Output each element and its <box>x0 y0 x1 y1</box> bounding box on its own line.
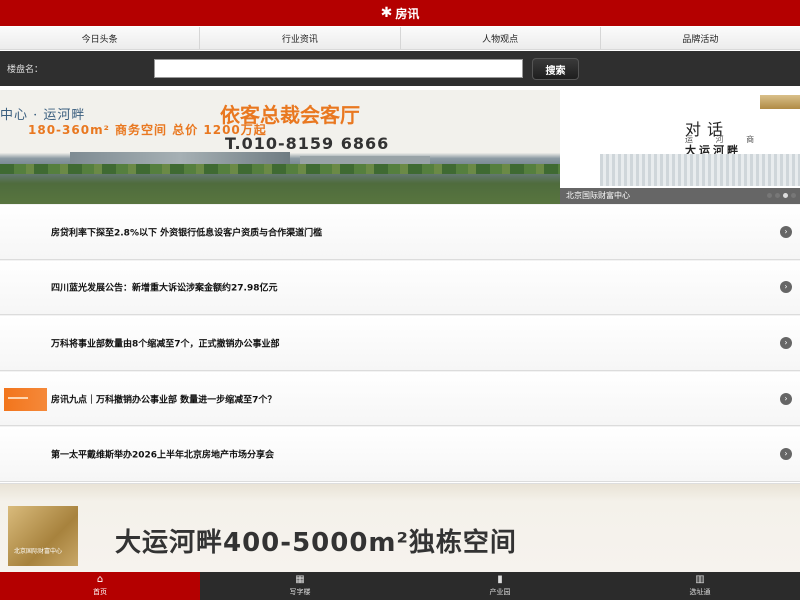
banner-slide-dialogue[interactable]: 对话 运 河 商 大运河畔 <box>560 90 800 204</box>
news-title: 四川蓝光发展公告：新增重大诉讼涉案金额约27.98亿元 <box>51 283 278 294</box>
search-label: 楼盘名： <box>7 65 44 75</box>
tab-label: 产业园 <box>489 588 511 596</box>
building-roof-image <box>760 95 800 109</box>
skyline-image <box>600 154 800 186</box>
tab-label: 首页 <box>93 588 107 596</box>
search-bar: 楼盘名： 搜索 <box>0 51 800 86</box>
tab-people-opinions[interactable]: 人物观点 <box>400 27 601 49</box>
carousel-dot[interactable] <box>767 193 772 198</box>
tab-industrial-park[interactable]: ▮ 产业园 <box>400 572 600 600</box>
chevron-right-icon: › <box>780 336 792 349</box>
tab-office[interactable]: ▦ 写字楼 <box>200 572 400 600</box>
list-item[interactable]: 万科将事业部数量由8个缩减至7个，正式撤销办公事业部 › <box>0 315 800 371</box>
list-item[interactable]: 四川蓝光发展公告：新增重大诉讼涉案金额约27.98亿元 › <box>0 259 800 316</box>
news-title: 房贷利率下探至2.8%以下 外资银行低息设客户资质与合作渠道门槛 <box>51 228 323 239</box>
site-selection-icon: ▥ <box>695 574 705 585</box>
tab-label: 选址通 <box>689 588 711 596</box>
banner-caption-bar: 北京国际财富中心 <box>560 188 800 204</box>
carousel-dots <box>767 193 796 198</box>
search-input[interactable] <box>154 59 523 78</box>
tab-brand-events[interactable]: 品牌活动 <box>600 27 800 49</box>
news-title: 房讯九点｜万科撤销办公事业部 数量进一步缩减至7个？ <box>51 395 277 406</box>
chevron-right-icon: › <box>780 448 792 461</box>
tab-industry-news[interactable]: 行业资讯 <box>200 27 401 49</box>
bottom-tab-bar: ⌂ 首页 ▦ 写字楼 ▮ 产业园 ▥ 选址通 <box>0 572 800 600</box>
banner-carousel[interactable]: 中心 · 运河畔 依客总裁会客厅 180-360m² 商务空间 总价 1200万… <box>0 90 800 204</box>
carousel-dot-active[interactable] <box>783 193 788 198</box>
tab-site-selection[interactable]: ▥ 选址通 <box>600 572 800 600</box>
logo-text: 房讯 <box>395 6 420 21</box>
category-nav: 今日头条 行业资讯 人物观点 品牌活动 <box>0 27 800 50</box>
list-item[interactable]: 第一太平戴维斯举办2026上半年北京房地产市场分享会 › <box>0 426 800 482</box>
logo-icon: ✱ <box>380 5 393 21</box>
chevron-right-icon: › <box>780 281 792 294</box>
ad-title: 大运河畔400-5000m²独栋空间 <box>115 528 517 558</box>
banner-phone: T.010-8159 6866 <box>225 134 390 153</box>
ad-banner[interactable]: 北京国际财富中心 大运河畔400-5000m²独栋空间 <box>0 483 800 572</box>
industrial-park-icon: ▮ <box>497 574 503 585</box>
search-button[interactable]: 搜索 <box>532 58 579 80</box>
trees-image <box>0 164 560 174</box>
building-logo-image <box>8 506 78 566</box>
chevron-right-icon: › <box>780 392 792 405</box>
banner-slide-wealth-center[interactable]: 中心 · 运河畔 依客总裁会客厅 180-360m² 商务空间 总价 1200万… <box>0 90 560 204</box>
news-thumbnail <box>4 387 47 411</box>
carousel-dot[interactable] <box>791 193 796 198</box>
site-logo[interactable]: ✱ 房讯 <box>381 5 420 22</box>
news-title: 第一太平戴维斯举办2026上半年北京房地产市场分享会 <box>51 450 275 461</box>
list-item[interactable]: 房讯九点｜万科撤销办公事业部 数量进一步缩减至7个？ › <box>0 370 800 427</box>
carousel-dot[interactable] <box>775 193 780 198</box>
tab-home[interactable]: ⌂ 首页 <box>0 572 200 600</box>
news-list: 房贷利率下探至2.8%以下 外资银行低息设客户资质与合作渠道门槛 › 四川蓝光发… <box>0 204 800 482</box>
list-item[interactable]: 房贷利率下探至2.8%以下 外资银行低息设客户资质与合作渠道门槛 › <box>0 204 800 260</box>
banner-caption: 北京国际财富中心 <box>566 191 630 200</box>
home-icon: ⌂ <box>96 574 104 585</box>
ad-logo-caption: 北京国际财富中心 <box>14 548 63 555</box>
chevron-right-icon: › <box>780 225 792 238</box>
office-building-icon: ▦ <box>295 574 305 585</box>
top-header: ✱ 房讯 <box>0 0 800 26</box>
news-title: 万科将事业部数量由8个缩减至7个，正式撤销办公事业部 <box>51 339 280 350</box>
tab-label: 写字楼 <box>289 588 311 596</box>
tab-headlines[interactable]: 今日头条 <box>0 27 201 49</box>
